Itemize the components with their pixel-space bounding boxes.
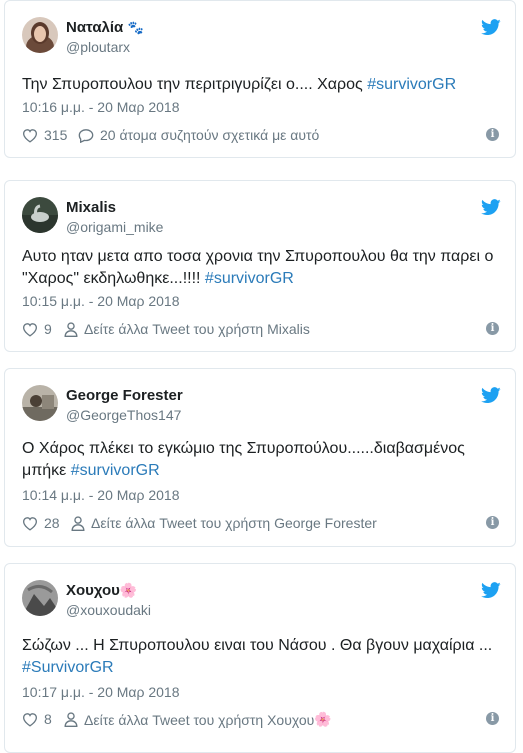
tweet-text: Την Σπυροπουλου την περιτριγυρίζει ο....… bbox=[22, 76, 457, 93]
tweet-text: Σώζων ... Η Σπυροπουλου ειναι του Νάσου … bbox=[22, 637, 493, 676]
reply-link[interactable]: 20 άτομα συζητούν σχετικά με αυτό bbox=[78, 127, 319, 143]
tweet-actions: 9 Δείτε άλλα Tweet του χρήστη Mixalis i bbox=[22, 321, 499, 341]
like-count: 9 bbox=[44, 321, 52, 337]
heart-icon bbox=[22, 128, 38, 143]
user-handle[interactable]: @xouxoudaki bbox=[66, 602, 151, 618]
twitter-bird-icon[interactable] bbox=[481, 19, 501, 36]
user-icon bbox=[64, 321, 78, 337]
more-tweets-link[interactable]: Δείτε άλλα Tweet του χρήστη Mixalis bbox=[64, 321, 310, 337]
tweet-card: Χουχου🌸 @xouxoudaki Σώζων ... Η Σπυροπου… bbox=[4, 563, 516, 753]
avatar[interactable] bbox=[22, 17, 58, 53]
user-icon bbox=[71, 515, 85, 531]
user-name[interactable]: Mixalis bbox=[66, 199, 116, 216]
avatar[interactable] bbox=[22, 197, 58, 233]
hashtag-link[interactable]: #survivorGR bbox=[205, 270, 294, 287]
cherry-blossom-emoji: 🌸 bbox=[314, 711, 332, 727]
like-button[interactable]: 315 bbox=[22, 127, 67, 143]
tweet-actions: 28 Δείτε άλλα Tweet του χρήστη George Fo… bbox=[22, 515, 499, 535]
more-tweets-link[interactable]: Δείτε άλλα Tweet του χρήστη Χουχου 🌸 bbox=[64, 711, 332, 728]
tweet-timestamp[interactable]: 10:14 μ.μ. - 20 Μαρ 2018 bbox=[22, 487, 180, 503]
twitter-bird-icon[interactable] bbox=[481, 387, 501, 404]
more-tweets-label: Δείτε άλλα Tweet του χρήστη Χουχου bbox=[84, 711, 315, 728]
avatar[interactable] bbox=[22, 385, 58, 421]
user-name[interactable]: Χουχου🌸 bbox=[66, 582, 137, 599]
heart-icon bbox=[22, 712, 38, 727]
reply-icon bbox=[78, 128, 94, 143]
tweet-text: Αυτο ηταν μετα απο τοσα χρονια την Σπυρο… bbox=[22, 248, 494, 287]
tweet-actions: 315 20 άτομα συζητούν σχετικά με αυτό i bbox=[22, 127, 499, 147]
like-button[interactable]: 9 bbox=[22, 321, 52, 337]
hashtag-link[interactable]: #survivorGR bbox=[367, 76, 456, 93]
tweet-card: George Forester @GeorgeThos147 Ο Χάρος π… bbox=[4, 368, 516, 547]
user-icon bbox=[64, 712, 78, 727]
tweet-card: Mixalis @origami_mike Αυτο ηταν μετα απο… bbox=[4, 180, 516, 352]
hashtag-link[interactable]: #SurvivorGR bbox=[22, 659, 114, 676]
reply-summary: 20 άτομα συζητούν σχετικά με αυτό bbox=[100, 127, 320, 143]
tweet-timestamp[interactable]: 10:16 μ.μ. - 20 Μαρ 2018 bbox=[22, 99, 180, 115]
tweet-card: Ναταλία 🐾 @ploutarx Την Σπυροπουλου την … bbox=[4, 0, 516, 158]
heart-icon bbox=[22, 322, 38, 337]
like-button[interactable]: 8 bbox=[22, 711, 52, 727]
like-count: 315 bbox=[44, 127, 68, 143]
more-tweets-label: Δείτε άλλα Tweet του χρήστη George Fores… bbox=[91, 515, 377, 531]
avatar[interactable] bbox=[22, 580, 58, 616]
like-count: 28 bbox=[44, 515, 60, 531]
hashtag-link[interactable]: #survivorGR bbox=[71, 462, 160, 479]
twitter-bird-icon[interactable] bbox=[481, 582, 501, 599]
user-handle[interactable]: @ploutarx bbox=[66, 39, 130, 55]
paw-emoji: 🐾 bbox=[127, 20, 144, 35]
tweet-timestamp[interactable]: 10:17 μ.μ. - 20 Μαρ 2018 bbox=[22, 684, 180, 700]
tweet-actions: 8 Δείτε άλλα Tweet του χρήστη Χουχου 🌸 i bbox=[22, 711, 499, 731]
user-name[interactable]: Ναταλία 🐾 bbox=[66, 19, 144, 36]
info-icon[interactable]: i bbox=[486, 516, 499, 529]
info-icon[interactable]: i bbox=[486, 322, 499, 335]
more-tweets-label: Δείτε άλλα Tweet του χρήστη Mixalis bbox=[84, 321, 310, 337]
twitter-bird-icon[interactable] bbox=[481, 199, 501, 216]
like-button[interactable]: 28 bbox=[22, 515, 60, 531]
tweet-timestamp[interactable]: 10:15 μ.μ. - 20 Μαρ 2018 bbox=[22, 293, 180, 309]
user-handle[interactable]: @origami_mike bbox=[66, 219, 163, 235]
info-icon[interactable]: i bbox=[486, 128, 499, 141]
heart-icon bbox=[22, 516, 38, 531]
cherry-blossom-emoji: 🌸 bbox=[119, 582, 138, 598]
user-handle[interactable]: @GeorgeThos147 bbox=[66, 407, 181, 423]
tweet-text: Ο Χάρος πλέκει το εγκώμιο της Σπυροπούλο… bbox=[22, 440, 465, 479]
user-name[interactable]: George Forester bbox=[66, 387, 183, 404]
more-tweets-link[interactable]: Δείτε άλλα Tweet του χρήστη George Fores… bbox=[71, 515, 377, 531]
like-count: 8 bbox=[44, 711, 52, 727]
info-icon[interactable]: i bbox=[486, 712, 499, 725]
